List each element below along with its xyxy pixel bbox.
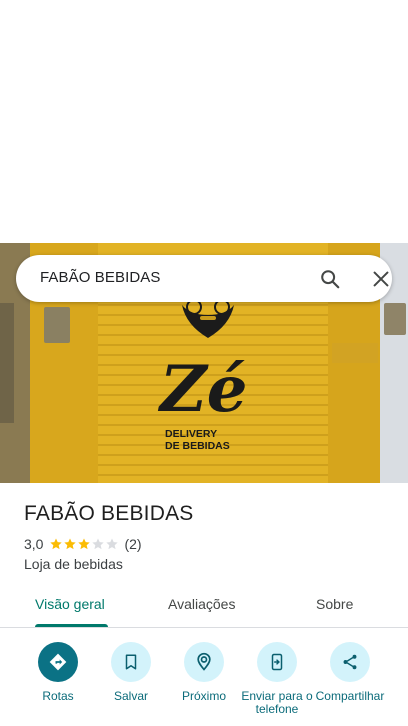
nearby-label: Próximo [181,689,226,703]
photo-logo-text: Zé [157,352,247,427]
search-icon[interactable] [319,268,341,290]
rating-value: 3,0 [24,536,44,552]
nearby-icon [184,642,224,682]
search-input[interactable]: FABÃO BEBIDAS [40,269,161,286]
close-icon[interactable] [370,268,392,290]
save-label: Salvar [113,689,148,703]
tab-about[interactable]: Sobre [316,596,353,612]
active-tab-indicator [35,624,108,627]
share-icon [330,642,370,682]
review-count[interactable]: (2) [124,536,141,552]
tab-reviews[interactable]: Avaliações [168,596,235,612]
photo-sign-line-1: DELIVERY [165,428,217,440]
place-title: FABÃO BEBIDAS [24,502,194,525]
star-empty-icon [106,538,119,550]
send-to-phone-icon [257,642,297,682]
save-button[interactable]: Salvar [94,642,168,703]
star-filled-icon [78,538,91,550]
send-to-phone-label: Enviar para o telefone [241,689,313,716]
send-to-phone-button[interactable]: Enviar para o telefone [240,642,314,716]
share-label: Compartilhar [315,689,385,703]
star-empty-icon [92,538,105,550]
search-bar[interactable]: FABÃO BEBIDAS [16,255,392,302]
bookmark-icon [111,642,151,682]
nearby-button[interactable]: Próximo [167,642,241,703]
place-category[interactable]: Loja de bebidas [24,556,123,572]
directions-label: Rotas [42,689,74,703]
star-filled-icon [64,538,77,550]
photo-sign-line-2: DE BEBIDAS [165,440,230,452]
tab-bar: Visão geral Avaliações Sobre [0,586,408,628]
directions-icon [38,642,78,682]
star-rating [49,537,119,551]
directions-button[interactable]: Rotas [21,642,95,703]
rating-row[interactable]: 3,0 (2) [24,536,142,552]
tab-overview[interactable]: Visão geral [35,596,105,612]
star-filled-icon [50,538,63,550]
share-button[interactable]: Compartilhar [313,642,387,703]
